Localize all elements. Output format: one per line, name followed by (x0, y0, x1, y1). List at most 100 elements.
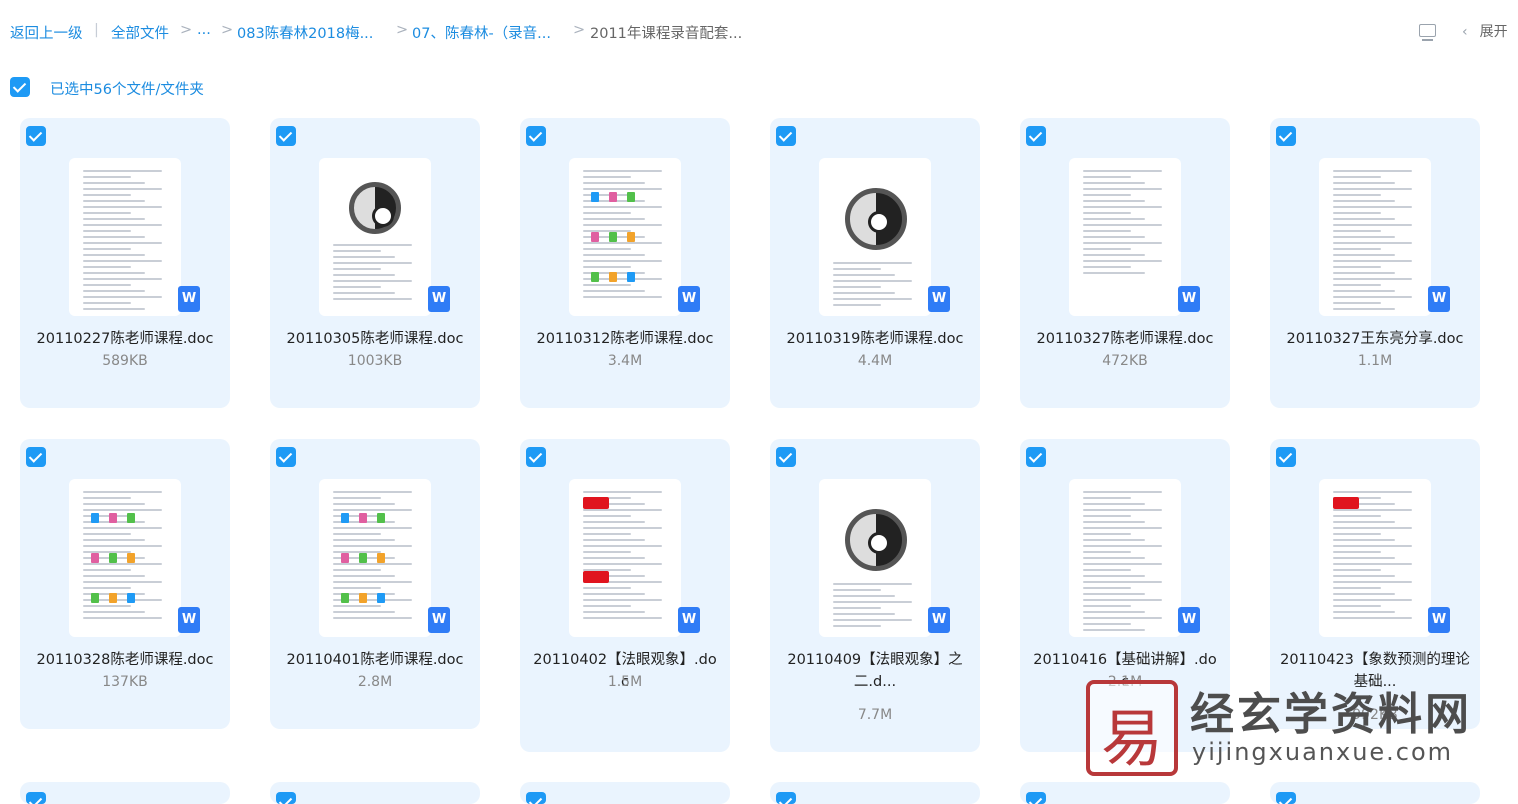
file-name[interactable]: 20110327陈老师课程.doc (1030, 328, 1220, 350)
hexagram-mark (91, 513, 99, 523)
file-name[interactable]: 20110305陈老师课程.doc (280, 328, 470, 350)
hexagram-mark (109, 553, 117, 563)
file-name[interactable]: 20110327王东亮分享.doc (1280, 328, 1470, 350)
file-thumbnail (69, 158, 181, 316)
file-card[interactable]: W 20110327王东亮分享.doc 1.1M (1270, 118, 1480, 408)
file-checkbox[interactable] (1026, 792, 1046, 804)
word-doc-icon: W (1428, 286, 1450, 312)
file-card[interactable]: W 20110305陈老师课程.doc 1003KB (270, 118, 480, 408)
file-size: 7.7M (857, 707, 893, 723)
hexagram-mark (359, 593, 367, 603)
file-name[interactable]: 20110328陈老师课程.doc (30, 649, 220, 671)
file-checkbox[interactable] (526, 126, 546, 146)
file-card[interactable]: W 20110402【法眼观象】.doc 1.5M (520, 439, 730, 752)
hexagram-mark (127, 513, 135, 523)
file-checkbox[interactable] (26, 447, 46, 467)
file-card[interactable]: W 20110328陈老师课程.doc 137KB (20, 439, 230, 729)
file-size: 4.4M (857, 353, 893, 369)
file-checkbox[interactable] (276, 447, 296, 467)
back-link[interactable]: 返回上一级 (10, 22, 83, 43)
word-doc-icon: W (1178, 286, 1200, 312)
breadcrumb-all-files[interactable]: 全部文件 (111, 22, 169, 43)
hexagram-mark (627, 272, 635, 282)
file-thumbnail (319, 158, 431, 316)
file-card[interactable]: W 20110401陈老师课程.doc 2.8M (270, 439, 480, 729)
file-size: 1003KB (347, 353, 403, 369)
word-doc-icon: W (1428, 607, 1450, 633)
file-checkbox[interactable] (776, 126, 796, 146)
file-thumbnail (569, 479, 681, 637)
hexagram-mark (377, 593, 385, 603)
file-checkbox[interactable] (1026, 447, 1046, 467)
hexagram-mark (341, 593, 349, 603)
select-all-checkbox[interactable] (10, 77, 30, 97)
file-card[interactable] (270, 782, 480, 804)
file-size: 472KB (1102, 353, 1148, 369)
file-checkbox[interactable] (526, 792, 546, 804)
file-name[interactable]: 20110409【法眼观象】之二.d... (780, 649, 970, 693)
watermark: 易 经玄学资料网 yijingxuanxue.com (1082, 676, 1518, 804)
hexagram-mark (109, 513, 117, 523)
file-name[interactable]: 20110319陈老师课程.doc (780, 328, 970, 350)
file-checkbox[interactable] (526, 447, 546, 467)
hexagram-mark (91, 553, 99, 563)
file-card[interactable]: W 20110327陈老师课程.doc 472KB (1020, 118, 1230, 408)
file-checkbox[interactable] (776, 447, 796, 467)
file-thumbnail (819, 479, 931, 637)
breadcrumb-arrow-icon: > (180, 22, 193, 38)
hexagram-mark (359, 513, 367, 523)
word-doc-icon: W (1178, 607, 1200, 633)
file-size: 589KB (102, 353, 148, 369)
bagua-image (845, 509, 907, 571)
file-checkbox[interactable] (1026, 126, 1046, 146)
file-size: 3.4M (607, 353, 643, 369)
file-name[interactable]: 20110312陈老师课程.doc (530, 328, 720, 350)
file-thumbnail (1069, 479, 1181, 637)
word-doc-icon: W (428, 286, 450, 312)
file-thumbnail (1319, 158, 1431, 316)
hexagram-mark (341, 513, 349, 523)
word-doc-icon: W (678, 607, 700, 633)
word-doc-icon: W (678, 286, 700, 312)
file-checkbox[interactable] (776, 792, 796, 804)
word-doc-icon: W (928, 607, 950, 633)
watermark-logo: 易 (1086, 680, 1178, 776)
file-checkbox[interactable] (26, 126, 46, 146)
breadcrumb-folder-2[interactable]: 07、陈春林-（录音... (412, 22, 551, 43)
file-size: 1.5M (607, 674, 643, 690)
breadcrumb-divider: | (94, 22, 99, 38)
breadcrumb-folder-1[interactable]: 083陈春林2018梅... (237, 22, 373, 43)
watermark-url: yijingxuanxue.com (1192, 738, 1454, 766)
breadcrumb-ellipsis[interactable]: ... (197, 22, 211, 38)
file-checkbox[interactable] (26, 792, 46, 804)
file-size: 137KB (102, 674, 148, 690)
file-size: 1.1M (1357, 353, 1393, 369)
hexagram-mark (627, 192, 635, 202)
file-checkbox[interactable] (276, 126, 296, 146)
file-size: 2.8M (357, 674, 393, 690)
chevron-left-icon: ‹ (1462, 24, 1468, 40)
file-card[interactable] (20, 782, 230, 804)
hexagram-mark (127, 553, 135, 563)
file-card[interactable]: W 20110312陈老师课程.doc 3.4M (520, 118, 730, 408)
file-thumbnail (819, 158, 931, 316)
file-checkbox[interactable] (276, 792, 296, 804)
file-card[interactable]: W 20110227陈老师课程.doc 589KB (20, 118, 230, 408)
hexagram-mark (91, 593, 99, 603)
file-checkbox[interactable] (1276, 447, 1296, 467)
file-card[interactable] (770, 782, 980, 804)
file-thumbnail (569, 158, 681, 316)
top-bar: 返回上一级 | 全部文件 > ... > 083陈春林2018梅... > 07… (0, 0, 1518, 62)
hexagram-mark (591, 192, 599, 202)
file-card[interactable]: W 20110319陈老师课程.doc 4.4M (770, 118, 980, 408)
red-tag (1333, 497, 1359, 509)
file-name[interactable]: 20110227陈老师课程.doc (30, 328, 220, 350)
bagua-image (845, 188, 907, 250)
file-checkbox[interactable] (1276, 126, 1296, 146)
file-card[interactable]: W 20110409【法眼观象】之二.d... 7.7M (770, 439, 980, 752)
monitor-icon[interactable] (1419, 24, 1436, 41)
expand-button[interactable]: ‹ 展开 (1462, 21, 1508, 41)
file-name[interactable]: 20110401陈老师课程.doc (280, 649, 470, 671)
file-card[interactable] (520, 782, 730, 804)
word-doc-icon: W (178, 286, 200, 312)
